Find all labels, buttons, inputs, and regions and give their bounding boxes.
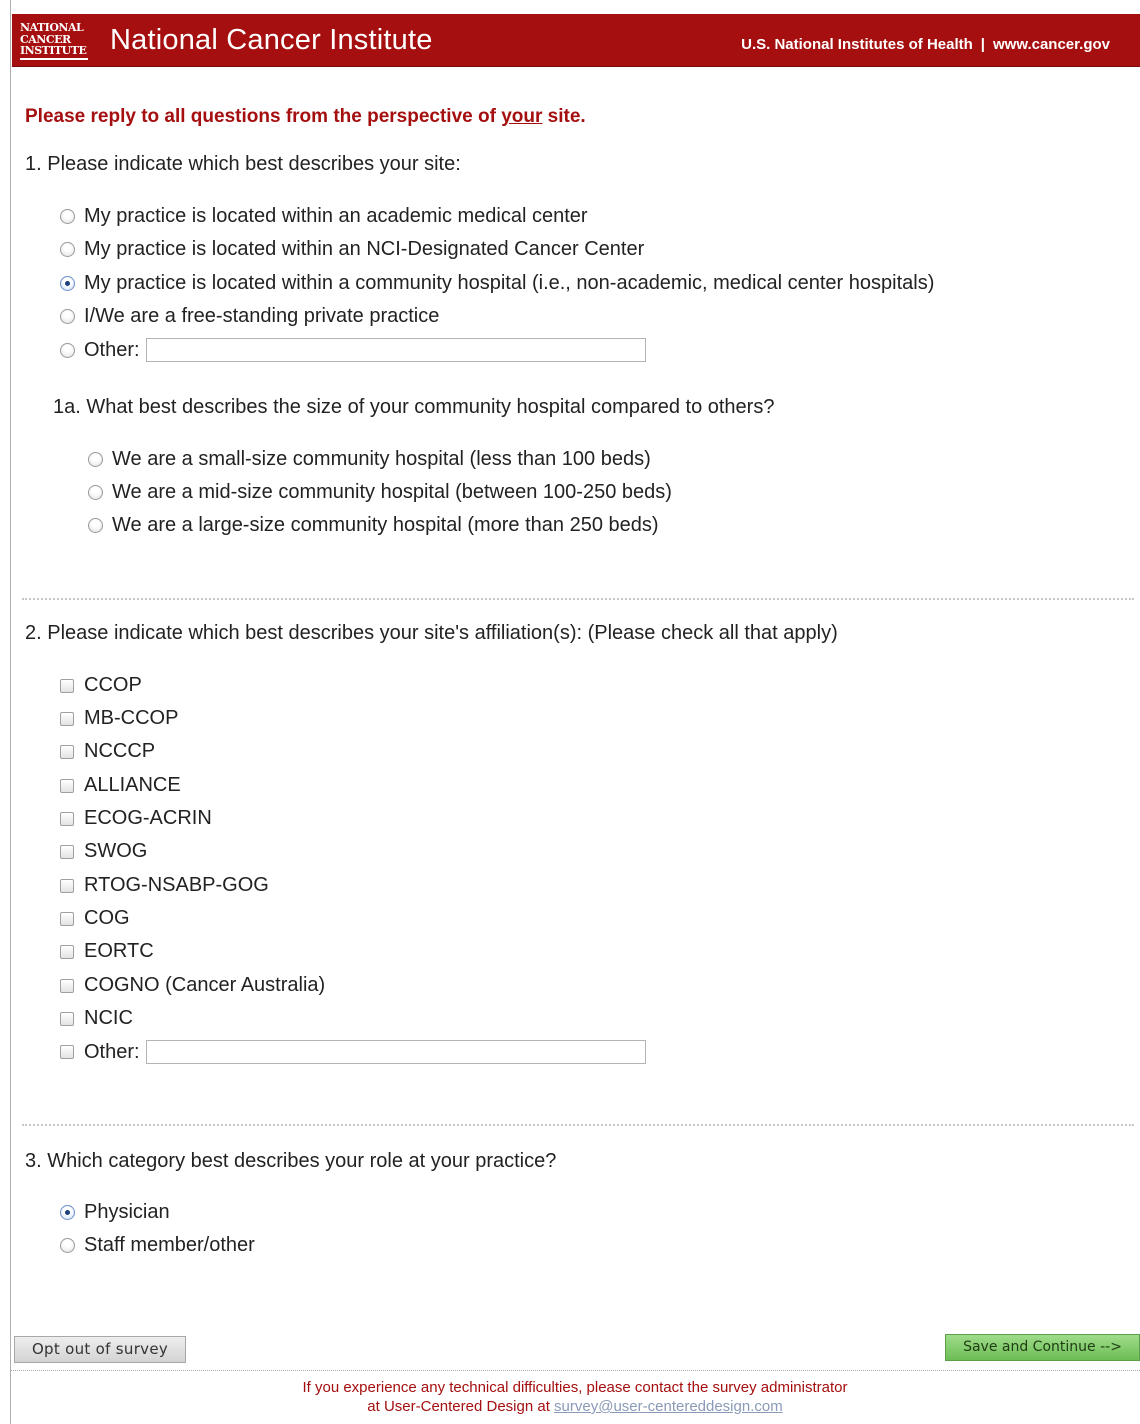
- radio-button-selected[interactable]: [60, 1205, 75, 1220]
- instruction-emphasis: your: [501, 106, 543, 127]
- option-label: I/We are a free-standing private practic…: [84, 305, 440, 327]
- q2-option[interactable]: NCCCP: [60, 740, 155, 763]
- option-label: SWOG: [84, 840, 148, 862]
- instruction-text: Please reply to all questions from the p…: [25, 106, 502, 127]
- option-label: ALLIANCE: [84, 774, 181, 796]
- cancer-gov-link[interactable]: www.cancer.gov: [993, 36, 1110, 53]
- option-label: CCOP: [84, 674, 142, 696]
- option-label: MB-CCOP: [84, 707, 179, 729]
- q2-option[interactable]: MB-CCOP: [60, 707, 178, 730]
- option-label: We are a small-size community hospital (…: [112, 448, 651, 470]
- option-label: ECOG-ACRIN: [84, 807, 212, 829]
- instruction-text-end: site.: [542, 106, 586, 127]
- option-label: NCCCP: [84, 740, 156, 762]
- option-label: COG: [84, 907, 130, 929]
- header-separator: |: [980, 36, 985, 53]
- site-header: NATIONAL CANCER INSTITUTE National Cance…: [12, 14, 1140, 67]
- header-links: U.S. National Institutes of Health | www.c…: [741, 36, 1110, 53]
- radio-button-selected[interactable]: [60, 276, 75, 291]
- org-name[interactable]: National Cancer Institute: [110, 24, 433, 57]
- q2-option[interactable]: NCIC: [60, 1007, 133, 1030]
- checkbox[interactable]: [60, 778, 74, 793]
- q1-option[interactable]: My practice is located within an academi…: [60, 205, 588, 228]
- nci-logo[interactable]: NATIONAL CANCER INSTITUTE: [20, 22, 92, 60]
- radio-button[interactable]: [60, 1238, 75, 1253]
- q3-option[interactable]: Physician: [60, 1201, 170, 1224]
- radio-button[interactable]: [60, 342, 75, 358]
- opt-out-button[interactable]: Opt out of survey: [14, 1336, 186, 1363]
- checkbox[interactable]: [60, 711, 74, 726]
- checkbox[interactable]: [60, 878, 74, 893]
- q2-option[interactable]: ECOG-ACRIN: [60, 807, 212, 830]
- option-label: Staff member/other: [84, 1234, 255, 1256]
- option-label: RTOG-NSABP-GOG: [84, 874, 269, 896]
- nih-link[interactable]: U.S. National Institutes of Health: [741, 36, 973, 53]
- q2-option[interactable]: COG: [60, 907, 130, 930]
- q2-option[interactable]: CCOP: [60, 674, 142, 697]
- q1a-option[interactable]: We are a mid-size community hospital (be…: [88, 481, 672, 504]
- checkbox[interactable]: [60, 678, 74, 693]
- q3-option[interactable]: Staff member/other: [60, 1234, 255, 1257]
- option-label: My practice is located within a communit…: [84, 272, 935, 294]
- option-label: We are a large-size community hospital (…: [112, 514, 659, 536]
- radio-button[interactable]: [88, 452, 103, 467]
- checkbox[interactable]: [60, 844, 74, 859]
- footer-line-2-text: at User-Centered Design at: [367, 1398, 555, 1415]
- q1a-option[interactable]: We are a large-size community hospital (…: [88, 514, 659, 537]
- radio-button[interactable]: [60, 242, 75, 257]
- option-label: We are a mid-size community hospital (be…: [112, 481, 672, 503]
- footer-line-1: If you experience any technical difficul…: [302, 1379, 848, 1396]
- radio-button[interactable]: [88, 485, 103, 500]
- q1-option[interactable]: My practice is located within a communit…: [60, 272, 934, 295]
- option-label: NCIC: [84, 1007, 133, 1029]
- save-continue-button[interactable]: Save and Continue -->: [945, 1334, 1140, 1361]
- question-1a: 1a. What best describes the size of your…: [53, 396, 775, 418]
- checkbox[interactable]: [60, 811, 74, 826]
- option-label: My practice is located within an NCI-Des…: [84, 238, 645, 260]
- question-3: 3. Which category best describes your ro…: [25, 1150, 557, 1172]
- option-label: My practice is located within an academi…: [84, 205, 588, 227]
- q2-other-input[interactable]: [145, 1040, 646, 1064]
- q2-option[interactable]: RTOG-NSABP-GOG: [60, 874, 269, 897]
- logo-line: INSTITUTE: [20, 44, 87, 57]
- radio-button[interactable]: [88, 518, 103, 533]
- option-label: EORTC: [84, 940, 154, 962]
- q1-option-other[interactable]: Other:: [60, 338, 646, 362]
- option-label: Other:: [84, 1040, 140, 1063]
- logo-line: NATIONAL: [20, 21, 84, 34]
- option-label: Physician: [84, 1201, 170, 1223]
- question-2: 2. Please indicate which best describes …: [25, 622, 838, 644]
- q1-option[interactable]: My practice is located within an NCI-Des…: [60, 238, 644, 261]
- checkbox[interactable]: [60, 911, 74, 926]
- q2-option[interactable]: EORTC: [60, 940, 154, 963]
- q2-option[interactable]: SWOG: [60, 840, 147, 863]
- checkbox[interactable]: [60, 744, 74, 759]
- footer-help: If you experience any technical difficul…: [0, 1378, 1140, 1416]
- admin-email-link[interactable]: survey@user-centereddesign.com: [554, 1398, 783, 1415]
- q1-option[interactable]: I/We are a free-standing private practic…: [60, 305, 439, 328]
- q2-option[interactable]: ALLIANCE: [60, 774, 181, 797]
- checkbox[interactable]: [60, 1045, 74, 1059]
- section-divider: [22, 598, 1134, 600]
- radio-button[interactable]: [60, 309, 75, 324]
- radio-button[interactable]: [60, 209, 75, 224]
- question-1: 1. Please indicate which best describes …: [25, 153, 461, 175]
- footer-divider: [10, 1370, 1140, 1371]
- q1-other-input[interactable]: [145, 338, 646, 362]
- q1a-option[interactable]: We are a small-size community hospital (…: [88, 448, 651, 471]
- q2-option-other[interactable]: Other:: [60, 1040, 646, 1064]
- logo-underline: [20, 57, 88, 60]
- option-label: COGNO (Cancer Australia): [84, 974, 326, 996]
- option-label: Other:: [84, 338, 140, 361]
- checkbox[interactable]: [60, 1011, 74, 1026]
- checkbox[interactable]: [60, 944, 74, 959]
- q2-option[interactable]: COGNO (Cancer Australia): [60, 974, 325, 997]
- checkbox[interactable]: [60, 978, 74, 993]
- footer-line-2: at User-Centered Design at survey@user-c…: [0, 1397, 1140, 1416]
- section-divider: [22, 1124, 1134, 1126]
- survey-instruction: Please reply to all questions from the p…: [25, 106, 586, 128]
